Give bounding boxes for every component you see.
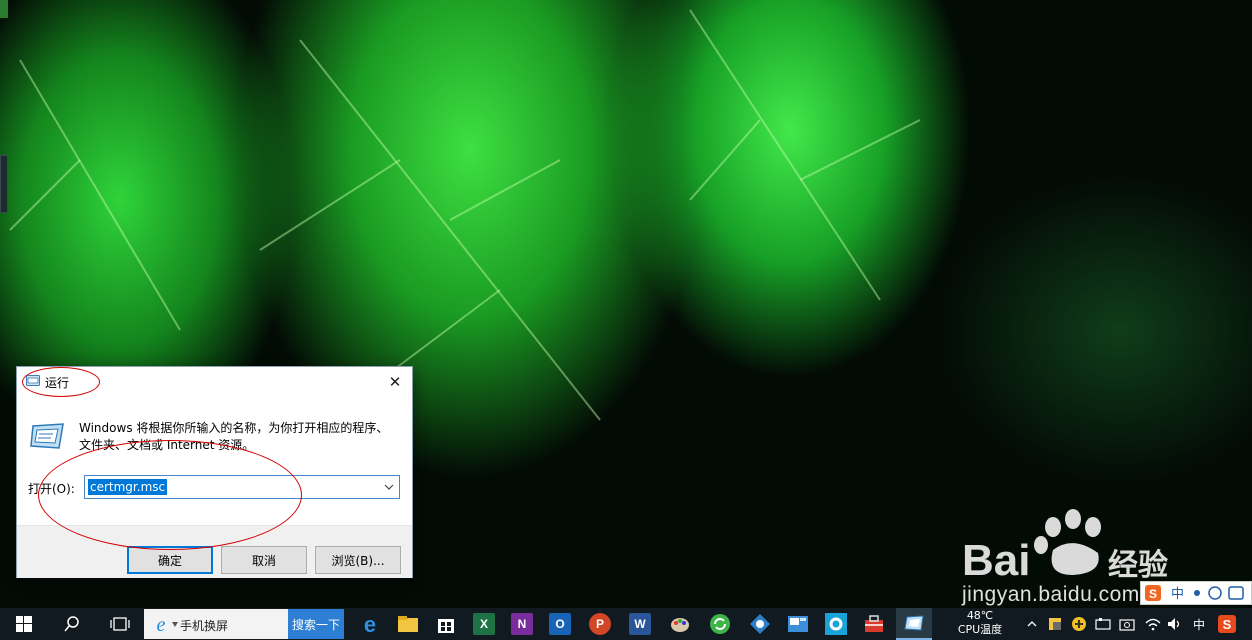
ime-toolbar[interactable]: S 中 (1140, 581, 1252, 605)
temperature-value: 48℃ (966, 609, 994, 622)
onenote-icon[interactable]: N (508, 608, 536, 640)
svg-text:经验: 经验 (1108, 548, 1168, 583)
dialog-description: Windows 将根据你所输入的名称，为你打开相应的程序、文件夹、文档或 Int… (79, 421, 389, 452)
svg-text:e: e (157, 614, 166, 635)
ime-toolbar-icons: S 中 (1145, 585, 1244, 602)
refresh-app-icon[interactable] (706, 608, 734, 640)
edge-handle (0, 0, 8, 18)
sogou-icon[interactable]: S (1214, 608, 1240, 640)
side-panel-tab[interactable] (0, 155, 8, 213)
task-view-icon[interactable] (104, 608, 136, 640)
ime-label: 中 (1192, 617, 1205, 632)
windows-logo-icon (16, 616, 32, 632)
temperature-label: CPU温度 (957, 623, 1003, 636)
cpu-temperature[interactable]: 48℃ CPU温度 (952, 609, 1008, 637)
network-adapter-icon[interactable] (1092, 608, 1114, 640)
watermark-url: jingyan.baidu.com (962, 583, 1140, 606)
open-input-value[interactable]: certmgr.msc (88, 479, 168, 495)
run-app-icon[interactable] (896, 608, 932, 640)
outlook-icon[interactable]: O (546, 608, 574, 640)
ime-indicator[interactable]: 中 (1188, 608, 1210, 640)
open-label: 打开(O): (28, 482, 75, 496)
search-box[interactable]: e 手机换屏 (144, 609, 288, 639)
excel-icon[interactable]: X (470, 608, 498, 640)
taskbar: e 手机换屏 搜索一下 e X N O P W 48℃ CPU温度 中 S (0, 608, 1252, 640)
ie-icon: e (157, 614, 166, 635)
powerpoint-icon[interactable]: P (586, 608, 614, 640)
svg-text:S: S (1149, 587, 1157, 601)
wifi-icon[interactable] (1142, 608, 1164, 640)
search-icon[interactable] (56, 608, 88, 640)
baidu-logo-icon: Bai 经验 (962, 509, 1168, 585)
svg-text:Bai: Bai (962, 536, 1030, 585)
dialog-titlebar[interactable]: 运行 ✕ (17, 367, 412, 397)
tray-app-icon[interactable] (1044, 608, 1066, 640)
camera-icon[interactable] (1116, 608, 1138, 640)
run-icon (26, 375, 40, 386)
dialog-title: 运行 (45, 376, 70, 390)
cancel-button[interactable]: 取消 (221, 546, 307, 574)
tray-plus-icon[interactable] (1068, 608, 1090, 640)
run-large-icon (30, 423, 64, 449)
svg-text:S: S (1223, 617, 1232, 632)
ok-button[interactable]: 确定 (127, 546, 213, 574)
start-button[interactable] (8, 608, 40, 640)
settings-icon[interactable] (822, 608, 850, 640)
photo-app-icon[interactable] (784, 608, 812, 640)
volume-icon[interactable] (1164, 608, 1186, 640)
search-button[interactable]: 搜索一下 (288, 609, 344, 639)
run-dialog: 运行 ✕ Windows 将根据你所输入的名称，为你打开相应的程序、文件夹、文档… (16, 366, 413, 578)
svg-text:中: 中 (1171, 587, 1184, 602)
dropdown-arrow-icon (172, 622, 178, 627)
chevron-down-icon[interactable] (382, 479, 396, 495)
svg-text:e: e (364, 613, 376, 635)
word-icon[interactable]: W (626, 608, 654, 640)
dialog-footer: 确定 取消 浏览(B)... (17, 525, 412, 578)
search-input[interactable]: 手机换屏 (180, 617, 228, 634)
store-icon[interactable] (432, 608, 460, 640)
chevron-up-icon[interactable] (1024, 608, 1040, 640)
browse-button[interactable]: 浏览(B)... (315, 546, 401, 574)
open-input[interactable]: certmgr.msc (84, 475, 400, 499)
toolbox-icon[interactable] (860, 608, 888, 640)
close-icon[interactable]: ✕ (384, 371, 406, 393)
diagram-app-icon[interactable] (746, 608, 774, 640)
edge-icon[interactable]: e (356, 608, 384, 640)
file-explorer-icon[interactable] (394, 608, 422, 640)
paint-icon[interactable] (666, 608, 694, 640)
